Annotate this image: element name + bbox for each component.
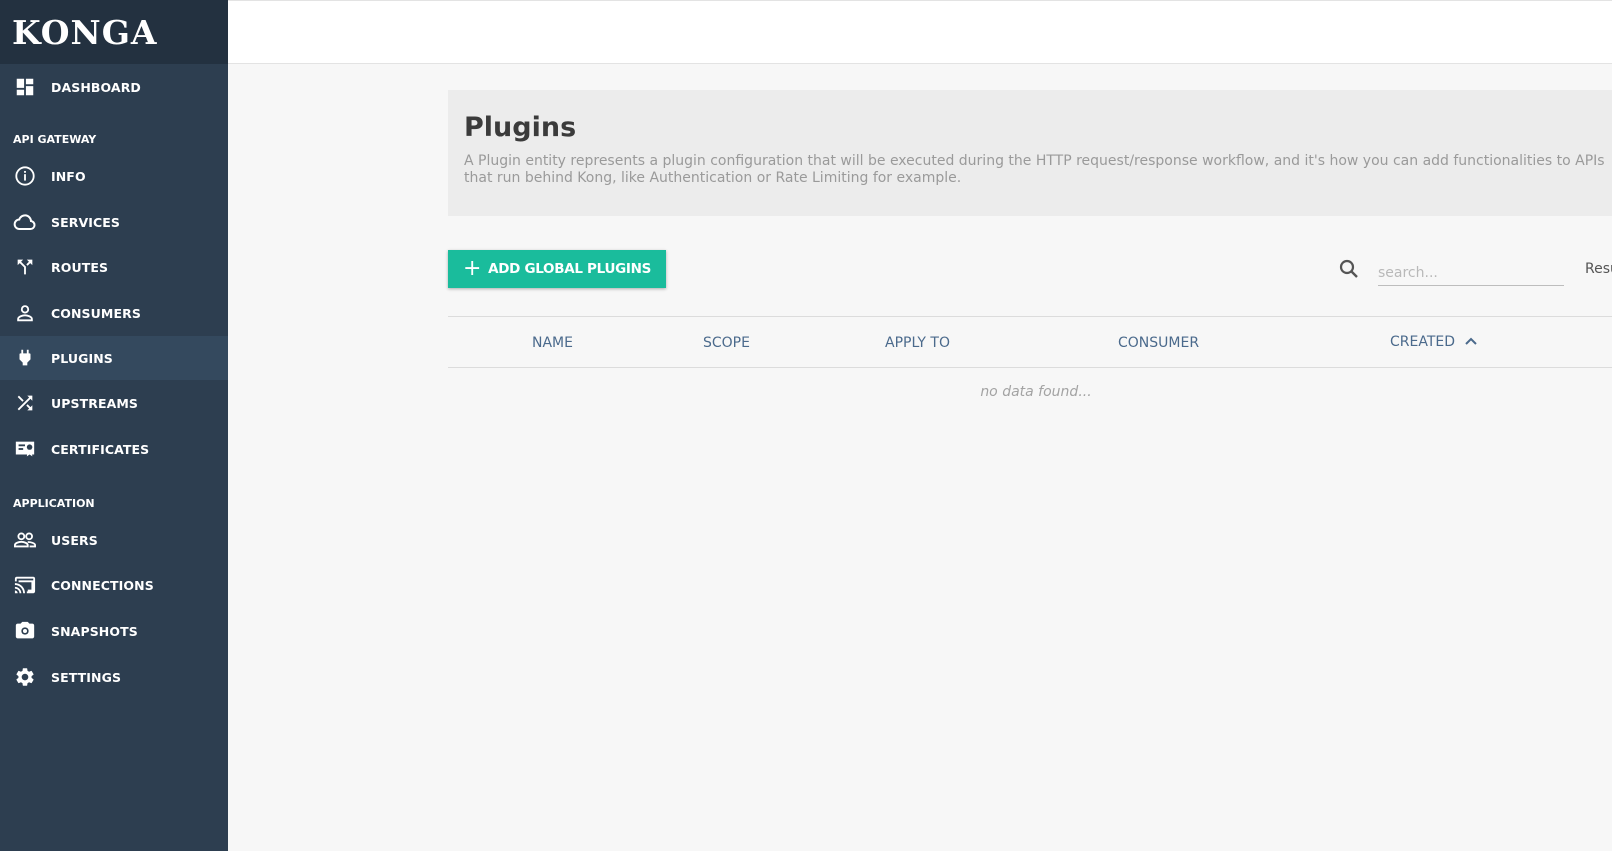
sidebar-item-label: SERVICES <box>51 214 121 230</box>
page-title: Plugins <box>464 112 577 143</box>
results-label: Results <box>1585 261 1612 277</box>
routes-icon <box>13 255 37 279</box>
user-icon <box>13 301 37 325</box>
gear-icon <box>13 665 37 689</box>
sidebar-item-routes[interactable]: ROUTES <box>0 245 228 289</box>
sidebar-item-label: CONNECTIONS <box>51 577 154 593</box>
konga-logo[interactable]: KONGA <box>12 13 158 52</box>
sidebar-item-label: PLUGINS <box>51 350 113 366</box>
camera-icon <box>13 619 37 643</box>
section-label-application: APPLICATION <box>13 497 95 510</box>
search-icon[interactable] <box>1337 257 1361 281</box>
info-icon <box>13 164 37 188</box>
column-header-consumer[interactable]: CONSUMER <box>1118 335 1199 351</box>
sidebar-item-upstreams[interactable]: UPSTREAMS <box>0 381 228 425</box>
certificate-icon <box>13 437 37 461</box>
sidebar-item-dashboard[interactable]: DASHBOARD <box>0 65 228 109</box>
sidebar-item-label: INFO <box>51 168 86 184</box>
add-global-plugins-label: ADD GLOBAL PLUGINS <box>488 261 652 277</box>
sidebar-item-label: CERTIFICATES <box>51 441 150 457</box>
sidebar-item-label: ROUTES <box>51 259 109 275</box>
table-header: NAME SCOPE APPLY TO CONSUMER CREATED <box>448 316 1612 368</box>
empty-table-message: no data found... <box>980 384 1092 400</box>
sidebar-item-label: UPSTREAMS <box>51 395 139 411</box>
sidebar-item-snapshots[interactable]: SNAPSHOTS <box>0 609 228 653</box>
sidebar-item-label: DASHBOARD <box>51 79 141 95</box>
sidebar-item-users[interactable]: USERS <box>0 518 228 562</box>
page-description: A Plugin entity represents a plugin conf… <box>464 153 1605 186</box>
sidebar-item-services[interactable]: SERVICES <box>0 200 228 244</box>
logo-area[interactable]: KONGA <box>0 0 228 64</box>
sidebar: KONGA DASHBOARD API GATEWAY INFO SERVICE… <box>0 0 228 851</box>
sidebar-item-label: CONSUMERS <box>51 305 141 321</box>
sidebar-item-info[interactable]: INFO <box>0 154 228 198</box>
shuffle-icon <box>13 391 37 415</box>
users-icon <box>13 528 37 552</box>
sidebar-item-settings[interactable]: SETTINGS <box>0 655 228 699</box>
sidebar-item-connections[interactable]: CONNECTIONS <box>0 563 228 607</box>
sidebar-item-label: SNAPSHOTS <box>51 623 138 639</box>
column-header-created[interactable]: CREATED <box>1390 334 1477 350</box>
column-header-apply-to[interactable]: APPLY TO <box>885 335 950 351</box>
sidebar-item-label: SETTINGS <box>51 669 122 685</box>
column-header-scope[interactable]: SCOPE <box>703 335 750 351</box>
cast-icon <box>13 573 37 597</box>
section-label-api-gateway: API GATEWAY <box>13 133 97 146</box>
search-input[interactable] <box>1378 260 1564 286</box>
plug-icon <box>13 346 37 370</box>
sidebar-item-plugins[interactable]: PLUGINS <box>0 336 228 380</box>
sidebar-item-label: USERS <box>51 532 98 548</box>
plus-icon: + <box>462 256 482 281</box>
chevron-up-icon <box>1465 334 1477 350</box>
add-global-plugins-button[interactable]: + ADD GLOBAL PLUGINS <box>448 250 666 288</box>
sidebar-item-certificates[interactable]: CERTIFICATES <box>0 427 228 471</box>
sidebar-item-consumers[interactable]: CONSUMERS <box>0 291 228 335</box>
cloud-icon <box>13 210 37 234</box>
column-header-created-label: CREATED <box>1390 334 1456 350</box>
dashboard-icon <box>13 75 37 99</box>
page-header: Plugins A Plugin entity represents a plu… <box>448 90 1612 216</box>
top-bar <box>228 0 1612 64</box>
column-header-name[interactable]: NAME <box>532 335 573 351</box>
